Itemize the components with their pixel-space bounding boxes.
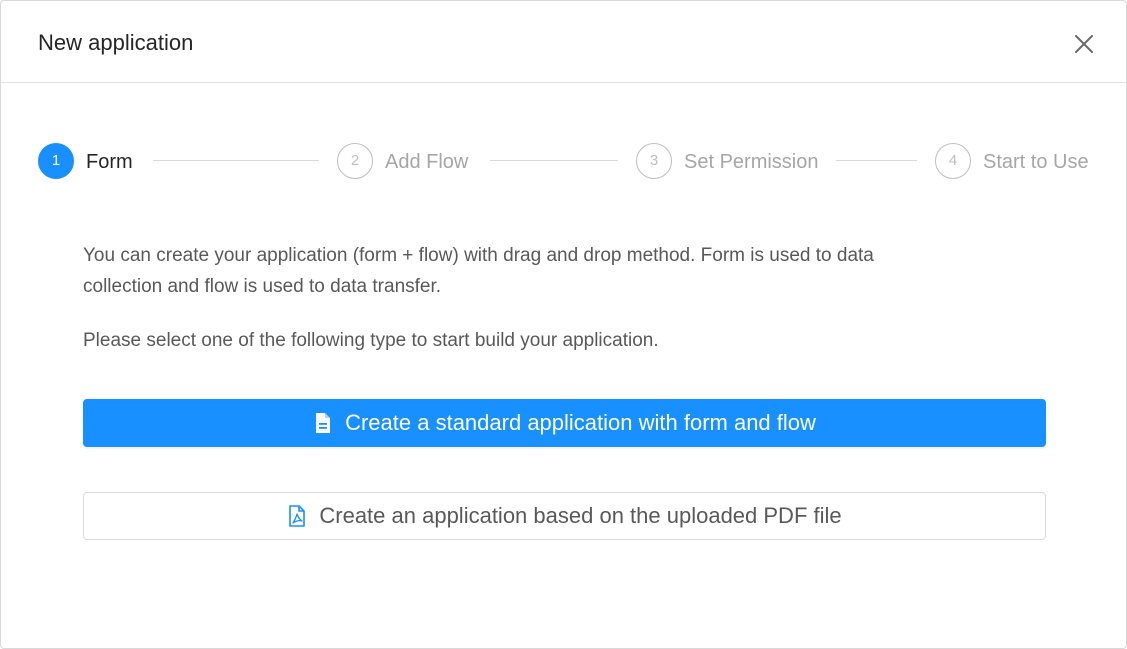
step-3-indicator: 3 — [636, 143, 672, 179]
new-application-modal: New application 1 Form 2 Add Flow 3 Set … — [0, 0, 1127, 649]
step-4-indicator: 4 — [935, 143, 971, 179]
create-pdf-application-label: Create an application based on the uploa… — [319, 503, 842, 528]
step-4-label: Start to Use — [983, 151, 1089, 173]
create-standard-application-button[interactable]: Create a standard application with form … — [83, 399, 1046, 447]
description-line: collection and flow is used to data tran… — [83, 276, 442, 297]
create-pdf-application-button[interactable]: Create an application based on the uploa… — [83, 492, 1046, 540]
create-standard-application-label: Create a standard application with form … — [345, 410, 816, 435]
close-icon — [1071, 31, 1097, 57]
modal-title: New application — [38, 30, 194, 55]
close-button[interactable] — [1071, 31, 1097, 57]
modal-header: New application — [1, 1, 1126, 83]
step-connector — [836, 160, 917, 161]
step-connector — [153, 160, 319, 161]
step-3-label: Set Permission — [684, 151, 819, 173]
file-text-icon — [313, 411, 333, 435]
step-connector — [490, 160, 618, 161]
instruction-text: Please select one of the following type … — [83, 330, 659, 351]
step-2-label: Add Flow — [385, 151, 469, 173]
step-2-indicator: 2 — [337, 143, 373, 179]
file-pdf-icon — [287, 504, 307, 528]
description: You can create your application (form + … — [83, 240, 983, 302]
description-line: You can create your application (form + … — [83, 245, 874, 266]
step-1-indicator: 1 — [38, 143, 74, 179]
steps-progress: 1 Form 2 Add Flow 3 Set Permission 4 Sta… — [1, 141, 1126, 181]
step-1-label: Form — [86, 151, 133, 173]
